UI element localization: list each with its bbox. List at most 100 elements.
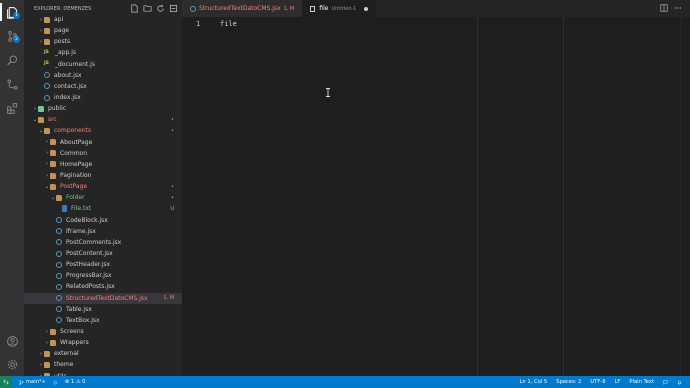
tree-folder[interactable]: ⌄ PostPage •: [24, 181, 182, 192]
encoding-status[interactable]: UTF-8: [590, 379, 605, 385]
tree-folder[interactable]: › HomePage: [24, 159, 182, 170]
tree-folder[interactable]: › theme: [24, 359, 182, 370]
split-editor-icon[interactable]: [660, 4, 668, 12]
tab-untitled-file[interactable]: file Untitled-1: [302, 0, 377, 17]
tree-folder[interactable]: ⌄ src •: [24, 114, 182, 125]
code-editor[interactable]: 1 file: [182, 17, 690, 376]
code-line[interactable]: file: [220, 20, 237, 28]
explorer-icon[interactable]: 1: [4, 4, 20, 20]
react-file-icon: [44, 83, 50, 90]
react-file-icon: [56, 306, 62, 313]
feedback-icon[interactable]: [663, 379, 668, 385]
cursor-position[interactable]: Ln 1, Col 5: [520, 379, 548, 385]
file-icon: [310, 5, 316, 12]
react-file-icon: [56, 228, 62, 235]
active-indicator: [0, 3, 2, 21]
tree-item-label: Wrappers: [60, 339, 89, 347]
branch-status[interactable]: main*+: [19, 379, 46, 385]
new-file-icon[interactable]: [130, 4, 139, 13]
settings-gear-icon[interactable]: [4, 356, 20, 372]
git-status-badge: •: [171, 183, 174, 190]
indentation-status[interactable]: Spaces: 2: [556, 379, 581, 385]
tree-folder[interactable]: ⌄ Folder •: [24, 192, 182, 203]
tree-folder[interactable]: › external: [24, 348, 182, 359]
editor-actions: [660, 4, 682, 12]
tree-file[interactable]: Iframe.jsx: [24, 226, 182, 237]
problems-status[interactable]: ⊗ 1 ⚠ 0: [65, 379, 86, 385]
tree-folder[interactable]: ⌄ components •: [24, 125, 182, 136]
tab-description: Untitled-1: [331, 5, 357, 12]
tab-structured-text[interactable]: StructuredTextDatoCMS.jsx 1, M: [182, 0, 303, 17]
more-actions-icon[interactable]: [674, 4, 682, 12]
search-icon[interactable]: [4, 52, 20, 68]
tree-item-label: TextBox.jsx: [66, 316, 100, 324]
tree-file[interactable]: index.jsx: [24, 92, 182, 103]
tree-folder[interactable]: › Common: [24, 148, 182, 159]
vertical-scrollbar[interactable]: [680, 17, 690, 376]
collapse-all-icon[interactable]: [169, 4, 178, 13]
folder-icon: [50, 161, 56, 168]
tree-file[interactable]: File.txt U: [24, 203, 182, 214]
tree-item-label: Common: [60, 149, 88, 157]
folder-icon: [50, 339, 56, 346]
react-file-icon: [56, 250, 62, 257]
run-debug-icon[interactable]: [4, 76, 20, 92]
tree-file[interactable]: PostContent.jsx: [24, 248, 182, 259]
tree-folder[interactable]: › public: [24, 103, 182, 114]
tree-folder[interactable]: › page: [24, 25, 182, 36]
mouse-cursor-icon: [325, 88, 331, 97]
git-status-badge: •: [171, 127, 174, 134]
tree-folder[interactable]: › Screens: [24, 326, 182, 337]
extensions-icon[interactable]: [4, 100, 20, 116]
tree-item-label: _document.js: [55, 60, 95, 68]
tree-file[interactable]: RelatedPosts.jsx: [24, 281, 182, 292]
refresh-icon[interactable]: [156, 4, 165, 13]
folder-icon: [44, 350, 50, 357]
account-icon[interactable]: [4, 333, 20, 349]
source-control-icon[interactable]: 2: [4, 28, 20, 44]
line-number: 1: [196, 20, 201, 28]
tree-file[interactable]: PostHeader.jsx: [24, 259, 182, 270]
tree-item-label: external: [54, 350, 79, 358]
tree-item-label: contact.jsx: [54, 82, 87, 90]
folder-icon: [50, 183, 56, 190]
language-mode[interactable]: Plain Text: [629, 379, 654, 385]
tree-file[interactable]: about.jsx: [24, 70, 182, 81]
tree-file[interactable]: JS _document.js: [24, 59, 182, 70]
tab-problem-count: 1, M: [283, 5, 295, 12]
tree-file[interactable]: CodeBlock.jsx: [24, 215, 182, 226]
tree-file[interactable]: JS _app.js: [24, 47, 182, 58]
remote-indicator-icon[interactable]: [0, 376, 12, 388]
sync-icon[interactable]: [53, 380, 58, 385]
tree-file[interactable]: TextBox.jsx: [24, 315, 182, 326]
tree-folder[interactable]: › Wrappers: [24, 337, 182, 348]
tree-item-label: PostPage: [60, 183, 88, 191]
tree-file[interactable]: Table.jsx: [24, 304, 182, 315]
tree-file[interactable]: contact.jsx: [24, 81, 182, 92]
new-folder-icon[interactable]: [143, 4, 152, 13]
tab-bar: StructuredTextDatoCMS.jsx 1, M file Unti…: [182, 0, 690, 17]
tree-item-label: AboutPage: [60, 138, 93, 146]
tree-folder[interactable]: › Pagination: [24, 170, 182, 181]
tree-file[interactable]: StructuredTextDatoCMS.jsx 1, M: [24, 292, 182, 304]
tree-folder[interactable]: › api: [24, 14, 182, 25]
git-status-badge: •: [171, 116, 174, 123]
tree-item-label: Screens: [60, 328, 84, 335]
tree-folder[interactable]: › AboutPage: [24, 137, 182, 148]
notifications-bell-icon[interactable]: [677, 380, 682, 385]
tab-label: StructuredTextDatoCMS.jsx: [199, 5, 281, 12]
react-file-icon: [56, 317, 62, 324]
js-file-icon: JS: [44, 49, 49, 55]
unsaved-dot-icon[interactable]: [364, 6, 369, 11]
tree-file[interactable]: PostComments.jsx: [24, 237, 182, 248]
react-file-icon: [44, 94, 50, 101]
tab-label: file: [319, 5, 329, 12]
eol-status[interactable]: LF: [615, 379, 621, 385]
tree-file[interactable]: ProgressBar.jsx: [24, 270, 182, 281]
tree-folder[interactable]: › posts: [24, 36, 182, 47]
tree-item-label: _app.js: [55, 49, 76, 57]
tree-item-label: index.jsx: [54, 94, 81, 102]
tree-item-label: CodeBlock.jsx: [66, 216, 108, 224]
tree-item-label: api: [54, 16, 64, 24]
explorer-actions: [130, 4, 178, 13]
